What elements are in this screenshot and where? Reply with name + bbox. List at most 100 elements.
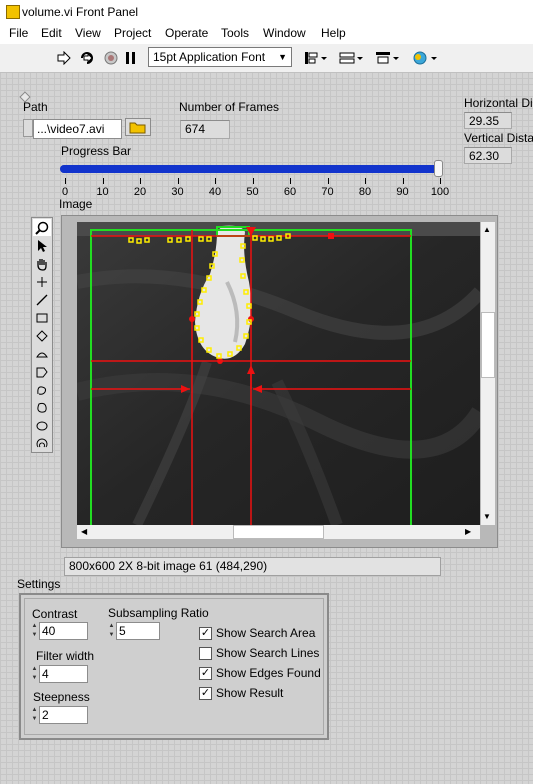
path-browse-handle	[23, 119, 33, 137]
freehand-region-icon[interactable]	[33, 399, 51, 416]
frames-label: Number of Frames	[179, 100, 280, 114]
path-input[interactable]: ...\video7.avi	[33, 119, 122, 139]
menu-view[interactable]: View	[75, 26, 101, 40]
vertical-scroll-thumb[interactable]	[481, 312, 495, 378]
line-icon[interactable]	[33, 291, 51, 308]
progress-tick-label: 100	[430, 186, 450, 198]
image-canvas[interactable]	[77, 222, 480, 525]
resize-icon[interactable]	[374, 49, 400, 67]
vertical-label: Vertical Distan	[464, 131, 533, 145]
progress-tick-label: 90	[396, 186, 409, 198]
rectangle-icon[interactable]	[33, 309, 51, 326]
progress-tick	[327, 178, 329, 184]
menu-bar: File Edit View Project Operate Tools Win…	[0, 24, 533, 44]
menu-help[interactable]: Help	[321, 26, 346, 40]
labview-app-icon	[6, 5, 20, 19]
contrast-value[interactable]: 40	[39, 622, 88, 640]
menu-operate[interactable]: Operate	[165, 26, 208, 40]
progress-tick	[440, 178, 441, 184]
contrast-label: Contrast	[32, 607, 78, 621]
font-select-value: 15pt Application Font	[153, 50, 266, 64]
align-icon[interactable]	[302, 49, 328, 67]
progress-tick-label: 40	[208, 186, 222, 198]
menu-edit[interactable]: Edit	[41, 26, 62, 40]
menu-project[interactable]: Project	[114, 26, 151, 40]
increment-decrement-icon[interactable]: ▲ ▼	[31, 665, 38, 683]
image-vertical-scrollbar[interactable]: ▲ ▼	[481, 222, 495, 525]
subsampling-value[interactable]: 5	[116, 622, 160, 640]
filter-width-label: Filter width	[36, 649, 95, 663]
filter-width-value[interactable]: 4	[39, 665, 88, 683]
font-select[interactable]: 15pt Application Font ▼	[148, 47, 292, 67]
progress-tick-label: 50	[246, 186, 259, 198]
steepness-control[interactable]: ▲ ▼ 2	[31, 706, 89, 724]
menu-file[interactable]: File	[9, 26, 28, 40]
window-title: volume.vi Front Panel	[22, 5, 139, 19]
progress-fill	[60, 165, 442, 173]
scroll-right-arrow-icon[interactable]: ▶	[465, 527, 471, 536]
horizontal-indicator: 29.35	[464, 112, 512, 129]
toolbar: 15pt Application Font ▼	[0, 44, 533, 73]
checkbox[interactable]: ✓	[199, 667, 212, 680]
zoom-icon[interactable]	[33, 219, 51, 236]
settings-label: Settings	[17, 577, 61, 591]
abort-icon[interactable]	[103, 49, 119, 67]
progress-tick	[365, 178, 366, 184]
pan-icon[interactable]	[33, 255, 51, 272]
folder-icon[interactable]	[125, 118, 151, 136]
subsampling-control[interactable]: ▲ ▼ 5	[108, 622, 160, 640]
progress-tick-label: 70	[321, 186, 334, 198]
checkbox[interactable]	[199, 647, 212, 660]
annulus-arc-icon[interactable]	[33, 435, 51, 452]
scroll-left-arrow-icon[interactable]: ◀	[81, 527, 87, 536]
distribute-icon[interactable]	[338, 49, 364, 67]
chevron-down-icon: ▼	[278, 52, 287, 62]
checkbox[interactable]: ✓	[199, 627, 212, 640]
progress-tick	[140, 178, 141, 184]
checkbox-label[interactable]: Show Search Lines	[216, 646, 319, 660]
increment-decrement-icon[interactable]: ▲ ▼	[31, 706, 38, 724]
checkbox-label[interactable]: Show Search Area	[216, 626, 315, 640]
progress-tick	[252, 178, 254, 184]
path-label: Path	[23, 100, 48, 114]
image-label: Image	[59, 197, 93, 211]
progress-slider-thumb[interactable]	[434, 160, 443, 177]
annulus-icon[interactable]	[33, 345, 51, 362]
reorder-icon[interactable]	[410, 49, 438, 67]
progress-tick-label: 30	[171, 186, 184, 198]
polygon-icon[interactable]	[33, 363, 51, 380]
pause-icon[interactable]	[124, 49, 138, 67]
menu-tools[interactable]: Tools	[221, 26, 249, 40]
progress-tick	[65, 178, 66, 184]
horizontal-scroll-thumb[interactable]	[233, 525, 324, 539]
scroll-down-arrow-icon[interactable]: ▼	[483, 512, 491, 521]
progress-label: Progress Bar	[61, 144, 132, 158]
checkbox[interactable]: ✓	[199, 687, 212, 700]
progress-tick-label: 80	[358, 186, 372, 198]
steepness-value[interactable]: 2	[39, 706, 88, 724]
pointer-icon[interactable]	[33, 237, 51, 254]
run-arrow-icon[interactable]	[56, 49, 72, 67]
image-horizontal-scrollbar[interactable]: ◀ ▶	[77, 525, 480, 539]
menu-window[interactable]: Window	[263, 26, 306, 40]
point-icon[interactable]	[33, 273, 51, 290]
frames-indicator: 674	[180, 120, 230, 139]
checkbox-label[interactable]: Show Edges Found	[216, 666, 321, 680]
freehand-icon[interactable]	[33, 381, 51, 398]
contrast-control[interactable]: ▲ ▼ 40	[31, 622, 89, 640]
subsampling-label: Subsampling Ratio	[108, 606, 209, 620]
progress-tick-label: 20	[133, 186, 147, 198]
scroll-up-arrow-icon[interactable]: ▲	[483, 225, 491, 234]
checkbox-label[interactable]: Show Result	[216, 686, 283, 700]
image-info-status: 800x600 2X 8-bit image 61 (484,290)	[64, 557, 441, 576]
increment-decrement-icon[interactable]: ▲ ▼	[108, 622, 115, 640]
oval-icon[interactable]	[33, 417, 51, 434]
run-continuous-icon[interactable]	[78, 49, 96, 67]
steepness-label: Steepness	[33, 690, 90, 704]
progress-tick	[177, 178, 179, 184]
progress-tick	[402, 178, 404, 184]
title-bar: volume.vi Front Panel	[0, 0, 533, 24]
rotated-rectangle-icon[interactable]	[33, 327, 51, 344]
increment-decrement-icon[interactable]: ▲ ▼	[31, 622, 38, 640]
filter-width-control[interactable]: ▲ ▼ 4	[31, 665, 89, 683]
